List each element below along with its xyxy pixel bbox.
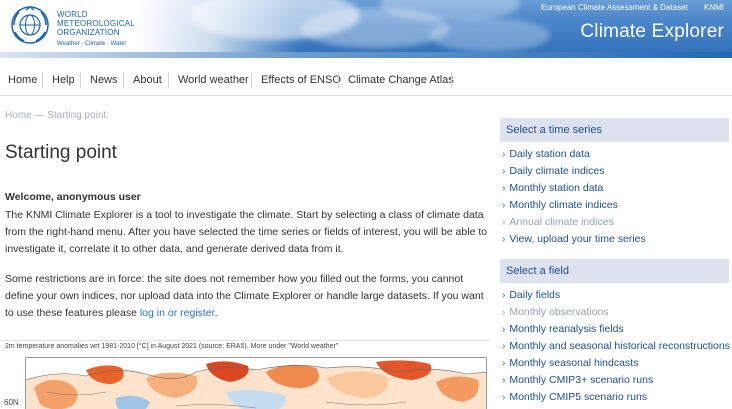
chevron-right-icon: › <box>502 234 506 245</box>
chevron-right-icon: › <box>502 200 506 211</box>
chevron-right-icon: › <box>502 290 506 301</box>
wmo-name: WORLD METEOROLOGICAL ORGANIZATION <box>57 10 135 37</box>
sidebar-item-seasonal-hindcasts[interactable]: › Monthly seasonal hindcasts <box>502 356 638 371</box>
sidebar-item-monthly-climate-indices[interactable]: › Monthly climate indices <box>502 198 618 213</box>
breadcrumb[interactable]: Home — Starting point: <box>5 110 109 121</box>
sidebar-item-monthly-observations[interactable]: › Monthly observations <box>502 305 609 320</box>
chevron-right-icon: › <box>502 166 506 177</box>
temperature-anomaly-map[interactable] <box>25 357 487 409</box>
nav-help[interactable]: Help <box>52 73 83 87</box>
sidebar-item-monthly-reanalysis-fields[interactable]: › Monthly reanalysis fields <box>502 322 624 337</box>
main-nav: Home Help News About World weather Effec… <box>0 66 732 96</box>
chevron-right-icon: › <box>502 307 506 318</box>
eca-link[interactable]: European Climate Assessment & Dataset <box>541 3 688 12</box>
map-caption: 2m temperature anomalies wrt 1981-2010 [… <box>5 343 339 350</box>
sidebar-item-daily-climate-indices[interactable]: › Daily climate indices <box>502 164 604 179</box>
chevron-right-icon: › <box>502 149 506 160</box>
field-heading: Select a field <box>500 259 729 283</box>
nav-climate-change-atlas[interactable]: Climate Change Atlas <box>348 73 462 87</box>
wmo-logo[interactable] <box>10 5 50 45</box>
anomaly-map-graphic <box>26 358 486 409</box>
nav-about[interactable]: About <box>133 73 170 87</box>
sidebar-item-cmip5-scenario-runs[interactable]: › Monthly CMIP5 scenario runs <box>502 390 647 405</box>
wmo-tagline: Weather · Climate · Water <box>57 41 127 47</box>
sidebar-item-annual-climate-indices[interactable]: › Annual climate indices <box>502 215 614 230</box>
restrictions-paragraph: Some restrictions are in force: the site… <box>5 273 484 319</box>
time-series-heading: Select a time series <box>500 118 729 142</box>
chevron-right-icon: › <box>502 341 506 352</box>
divider <box>0 340 490 341</box>
sidebar-item-monthly-station-data[interactable]: › Monthly station data <box>502 181 603 196</box>
chevron-right-icon: › <box>502 324 506 335</box>
sidebar-item-view-upload-time-series[interactable]: › View, upload your time series <box>502 232 646 247</box>
latitude-label: 60N <box>4 398 19 407</box>
intro-paragraph: The KNMI Climate Explorer is a tool to i… <box>5 209 488 255</box>
sidebar-item-cmip3-scenario-runs[interactable]: › Monthly CMIP3+ scenario runs <box>502 373 653 388</box>
chevron-right-icon: › <box>502 358 506 369</box>
nav-world-weather[interactable]: World weather <box>178 73 257 87</box>
nav-news[interactable]: News <box>90 73 126 87</box>
sidebar-item-historical-reconstructions[interactable]: › Monthly and seasonal historical reconst… <box>502 339 730 354</box>
chevron-right-icon: › <box>502 392 506 403</box>
chevron-right-icon: › <box>502 217 506 228</box>
site-title[interactable]: Climate Explorer <box>580 21 724 43</box>
header-banner: WORLD METEOROLOGICAL ORGANIZATION Weathe… <box>0 0 732 58</box>
nav-effects-of-enso[interactable]: Effects of ENSO <box>261 73 349 87</box>
chevron-right-icon: › <box>502 183 506 194</box>
chevron-right-icon: › <box>502 375 506 386</box>
sidebar-item-daily-station-data[interactable]: › Daily station data <box>502 147 590 162</box>
welcome-heading: Welcome, anonymous user <box>5 191 141 203</box>
page-title: Starting point <box>5 142 117 163</box>
login-register-link[interactable]: log in or register <box>140 307 215 319</box>
sidebar-item-daily-fields[interactable]: › Daily fields <box>502 288 560 303</box>
knmi-link[interactable]: KNMI <box>704 3 724 12</box>
top-links: European Climate Assessment & Dataset KN… <box>527 3 724 12</box>
nav-home[interactable]: Home <box>8 73 45 87</box>
